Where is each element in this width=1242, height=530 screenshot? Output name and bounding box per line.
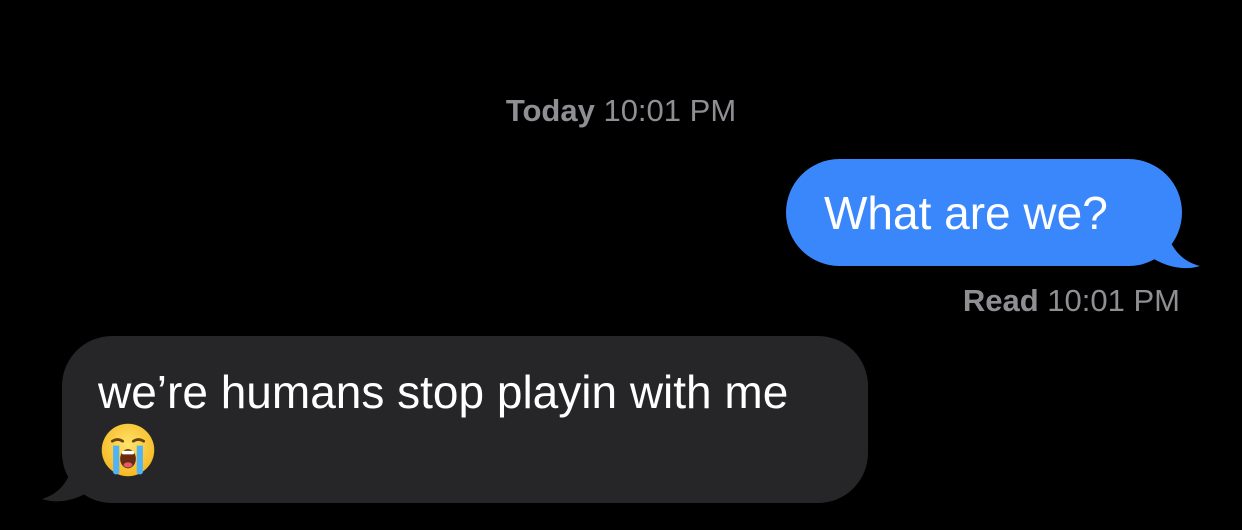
received-message-bubble[interactable]: we’re humans stop playin with me (62, 336, 868, 503)
read-receipt: Read 10:01 PM (963, 282, 1180, 320)
timestamp-day: Today (505, 93, 595, 128)
read-receipt-time: 10:01 PM (1047, 283, 1180, 318)
sent-message-text: What are we? (824, 187, 1108, 239)
read-receipt-status: Read (962, 283, 1039, 318)
loudly-crying-face-icon (101, 423, 155, 477)
timestamp-time: 10:01 PM (603, 93, 737, 128)
received-message-content: we’re humans stop playin with me (98, 362, 838, 484)
conversation-timestamp: Today 10:01 PM (0, 92, 1242, 130)
sent-message-bubble[interactable]: What are we? (786, 159, 1182, 266)
received-message-text: we’re humans stop playin with me (98, 366, 789, 418)
